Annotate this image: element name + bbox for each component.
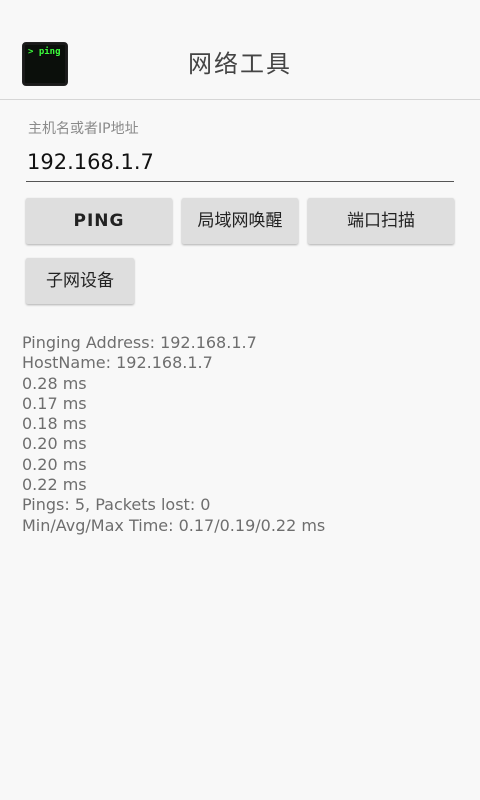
output-line: 0.20 ms	[22, 434, 87, 454]
app-bar: > ping 网络工具	[0, 28, 480, 100]
port-scan-button[interactable]: 端口扫描	[308, 198, 454, 244]
output-line: 0.17 ms	[22, 393, 87, 413]
wake-on-lan-button[interactable]: 局域网唤醒	[182, 198, 298, 244]
output-line: HostName: 192.168.1.7	[22, 353, 213, 373]
output-line: 0.20 ms	[22, 454, 87, 474]
output-line: Pinging Address: 192.168.1.7	[22, 333, 257, 352]
output-line: 0.18 ms	[22, 414, 87, 434]
subnet-devices-button[interactable]: 子网设备	[26, 258, 134, 304]
host-field-label: 主机名或者IP地址	[28, 121, 139, 137]
ping-output: Pinging Address: 192.168.1.7 HostName: 1…	[22, 333, 462, 536]
output-line: 0.28 ms	[22, 373, 87, 393]
host-input[interactable]	[26, 142, 454, 182]
output-line: Pings: 5, Packets lost: 0	[22, 495, 211, 515]
output-line: 0.22 ms	[22, 475, 87, 495]
output-line: Min/Avg/Max Time: 0.17/0.19/0.22 ms	[22, 515, 326, 535]
ping-button[interactable]: PING	[26, 198, 172, 244]
page-title: 网络工具	[188, 50, 292, 78]
status-bar	[0, 0, 480, 28]
